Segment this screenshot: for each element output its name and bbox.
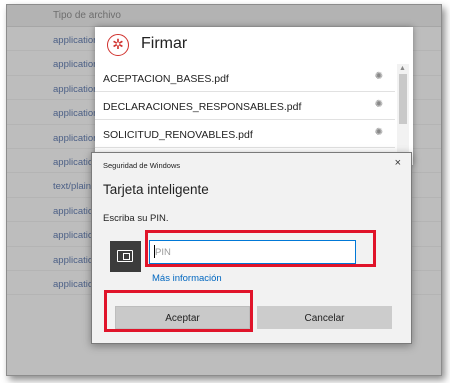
- file-name: ACEPTACION_BASES.pdf: [103, 73, 229, 85]
- file-list: ACEPTACION_BASES.pdf ✺ DECLARACIONES_RES…: [95, 64, 395, 148]
- smart-card-icon: [110, 241, 141, 272]
- firmar-dialog: ✲ Firmar ACEPTACION_BASES.pdf ✺ DECLARAC…: [95, 27, 413, 165]
- file-name: SOLICITUD_RENOVABLES.pdf: [103, 129, 253, 141]
- file-type-cell: application: [53, 35, 99, 46]
- chip-icon: [117, 250, 133, 262]
- spinner-icon: ✺: [374, 127, 383, 138]
- cancel-button[interactable]: Cancelar: [257, 306, 392, 329]
- file-type-cell: application: [53, 108, 99, 120]
- accept-button[interactable]: Aceptar: [115, 306, 250, 329]
- background-table-header: Tipo de archivo: [7, 5, 441, 27]
- file-row[interactable]: ACEPTACION_BASES.pdf ✺: [95, 64, 395, 92]
- gear-icon: ✲: [107, 34, 129, 56]
- scroll-thumb[interactable]: [399, 74, 407, 124]
- windows-security-dialog: Seguridad de Windows × Tarjeta inteligen…: [91, 152, 412, 344]
- file-type-cell: application: [53, 83, 99, 95]
- spinner-icon: ✺: [374, 99, 383, 110]
- file-type-cell: application: [53, 59, 99, 71]
- pin-field-wrapper: [149, 240, 356, 264]
- text-caret: [154, 245, 155, 258]
- firmar-header: ✲ Firmar: [95, 27, 413, 63]
- file-list-scrollbar[interactable]: ▲: [397, 64, 409, 162]
- dialog-caption: Seguridad de Windows: [103, 161, 181, 170]
- more-info-link[interactable]: Más información: [152, 273, 222, 284]
- pin-prompt: Escriba su PIN.: [103, 213, 169, 224]
- firmar-title: Firmar: [141, 35, 188, 52]
- pin-input[interactable]: [150, 241, 355, 263]
- file-row[interactable]: SOLICITUD_RENOVABLES.pdf ✺: [95, 120, 395, 148]
- file-row[interactable]: DECLARACIONES_RESPONSABLES.pdf ✺: [95, 92, 395, 120]
- file-type-cell: application: [53, 132, 99, 144]
- scroll-up-icon[interactable]: ▲: [399, 65, 406, 72]
- dialog-title: Tarjeta inteligente: [103, 182, 209, 197]
- file-name: DECLARACIONES_RESPONSABLES.pdf: [103, 101, 302, 113]
- file-type-cell: text/plain: [53, 181, 92, 193]
- close-icon[interactable]: ×: [395, 157, 401, 169]
- spinner-icon: ✺: [374, 71, 383, 82]
- column-header-file-type: Tipo de archivo: [53, 10, 121, 21]
